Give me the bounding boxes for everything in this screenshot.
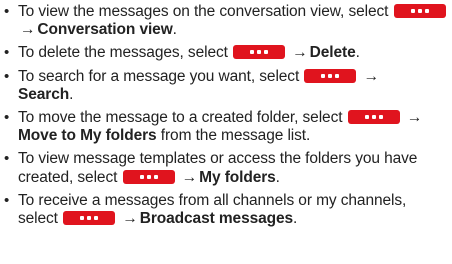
arrow: → xyxy=(292,44,308,62)
item-text: To move the message to a created folder,… xyxy=(18,109,343,127)
more-options-icon xyxy=(233,45,286,60)
list-item: • To view the messages on the conversati… xyxy=(0,3,452,39)
item-bold: Delete xyxy=(309,44,356,62)
item-bold: Search xyxy=(18,85,70,103)
bullet-icon: • xyxy=(4,109,10,127)
item-text: To view the messages on the conversation… xyxy=(18,3,389,20)
bullet-icon: • xyxy=(4,191,10,209)
item-after: . xyxy=(172,21,177,39)
list-item: • To move the message to a created folde… xyxy=(0,109,452,145)
list-item: • To delete the messages, select → Delete… xyxy=(0,44,452,62)
arrow: → xyxy=(181,168,198,186)
item-text: To delete the messages, select xyxy=(18,44,228,62)
bullet-icon: • xyxy=(4,44,10,62)
bullet-icon: • xyxy=(4,3,10,20)
list-item: • To search for a message you want, sele… xyxy=(0,68,452,104)
item-text: To search for a message you want, select xyxy=(18,67,300,85)
item-bold: Conversation view xyxy=(37,21,173,39)
instruction-list: • To view the messages on the conversati… xyxy=(0,3,452,228)
item-bold: Broadcast messages xyxy=(139,210,294,228)
arrow: → xyxy=(406,109,423,127)
item-after: . xyxy=(355,44,360,62)
arrow: → xyxy=(363,67,380,85)
bullet-icon: • xyxy=(4,150,10,168)
item-after: . xyxy=(275,168,280,186)
list-item: • To receive a messages from all channel… xyxy=(0,192,452,228)
item-after: from the message list. xyxy=(156,127,311,145)
more-options-icon xyxy=(63,211,116,226)
list-item: • To view message templates or access th… xyxy=(0,150,452,186)
more-options-icon xyxy=(347,110,400,125)
item-after: . xyxy=(293,210,298,228)
item-bold: My folders xyxy=(199,168,276,186)
bullet-icon: • xyxy=(4,67,10,85)
arrow: → xyxy=(20,21,36,39)
more-options-icon xyxy=(393,4,446,18)
more-options-icon xyxy=(304,68,357,83)
arrow: → xyxy=(122,210,138,228)
item-after: . xyxy=(69,85,74,103)
more-options-icon xyxy=(122,169,175,184)
item-bold: Move to My folders xyxy=(18,127,157,145)
